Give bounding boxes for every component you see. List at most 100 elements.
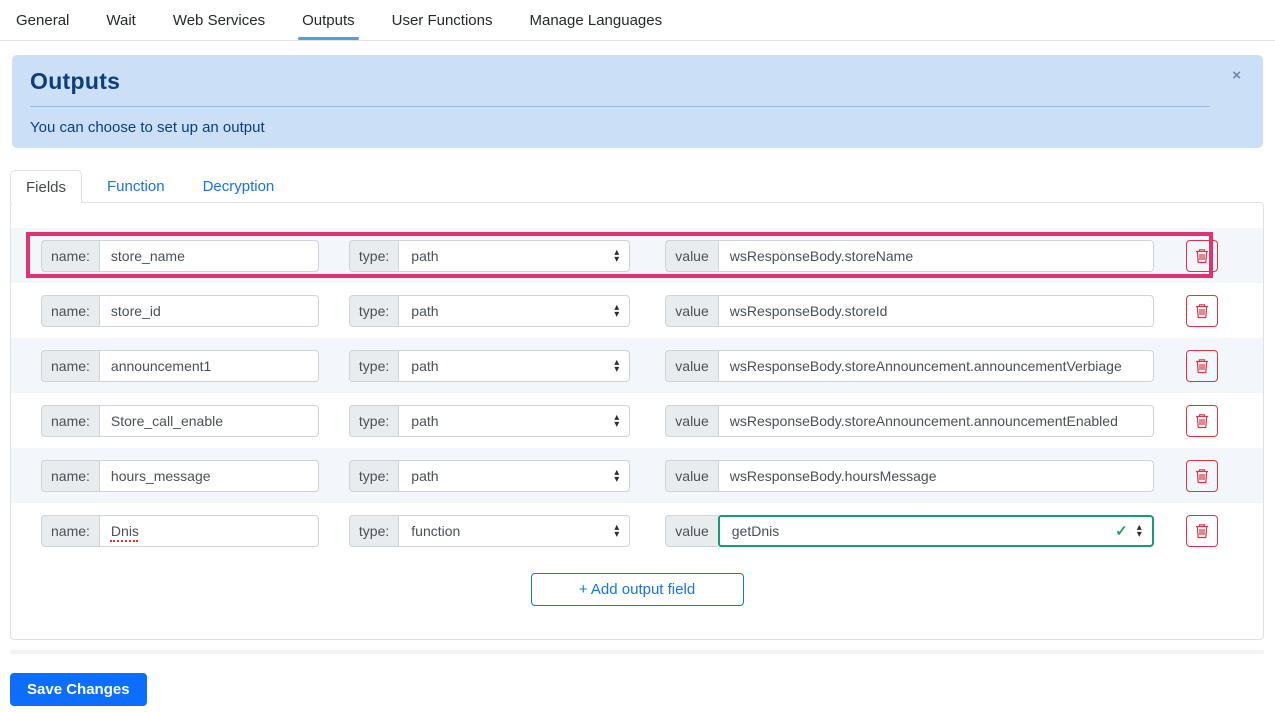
type-select-value: function xyxy=(411,522,461,539)
type-select[interactable]: path ▴ ▾ xyxy=(398,294,631,327)
name-group: name: xyxy=(41,294,319,327)
name-input[interactable] xyxy=(98,459,319,492)
type-select[interactable]: path ▴ ▾ xyxy=(398,239,631,272)
nav-tab-outputs[interactable]: Outputs xyxy=(298,2,359,40)
nav-tab-manage-languages[interactable]: Manage Languages xyxy=(526,2,667,39)
nav-tab-user-functions[interactable]: User Functions xyxy=(388,2,497,39)
footer-divider xyxy=(10,650,1264,654)
select-stepper-icon: ▴ ▾ xyxy=(614,521,620,540)
value-group: value xyxy=(665,349,1154,382)
name-group: name: xyxy=(41,459,319,492)
value-input[interactable] xyxy=(717,404,1154,437)
delete-row-button[interactable] xyxy=(1185,514,1218,547)
trash-icon xyxy=(1195,523,1209,539)
fields-tabbar: Fields Function Decryption xyxy=(10,170,287,203)
value-input[interactable] xyxy=(717,459,1154,492)
value-label: value xyxy=(665,349,718,382)
type-select-value: path xyxy=(411,412,439,429)
trash-icon xyxy=(1195,413,1209,429)
fields-panel: name: type: path ▴▾ value xyxy=(10,202,1264,640)
nav-tab-general[interactable]: General xyxy=(12,2,73,39)
type-select-value: path xyxy=(411,302,439,319)
select-stepper-icon: ▴ ▾ xyxy=(1136,521,1142,540)
type-label: type: xyxy=(348,349,399,382)
tab-fields[interactable]: Fields xyxy=(10,170,83,203)
name-input[interactable] xyxy=(98,514,319,547)
name-label: name: xyxy=(41,514,99,547)
value-input[interactable] xyxy=(717,294,1154,327)
banner-title: Outputs xyxy=(30,68,121,94)
outputs-settings-page: General Wait Web Services Outputs User F… xyxy=(0,0,1275,712)
output-field-row-4: name: type: path ▴▾ value xyxy=(11,393,1263,448)
name-label: name: xyxy=(41,459,99,492)
value-label: value xyxy=(665,514,718,547)
valid-check-icon: ✓ xyxy=(1115,522,1128,540)
name-group: name: xyxy=(41,239,319,272)
save-changes-button[interactable]: Save Changes xyxy=(10,673,147,706)
type-label: type: xyxy=(348,239,399,272)
output-field-row-1: name: type: path ▴▾ value xyxy=(11,228,1263,283)
select-stepper-icon: ▴ ▾ xyxy=(614,246,620,265)
type-select[interactable]: path ▴ ▾ xyxy=(398,459,631,492)
value-label: value xyxy=(665,459,718,492)
banner-message: You can choose to set up an output xyxy=(30,119,265,136)
value-group: value xyxy=(665,459,1154,492)
delete-row-button[interactable] xyxy=(1185,404,1218,437)
trash-icon xyxy=(1195,248,1209,264)
delete-row-button[interactable] xyxy=(1185,294,1218,327)
delete-row-button[interactable] xyxy=(1185,239,1218,272)
output-field-row-3: name: type: path ▴▾ value xyxy=(11,338,1263,393)
type-group: type: path ▴ ▾ xyxy=(348,349,631,382)
nav-tab-wait[interactable]: Wait xyxy=(102,2,139,39)
output-field-row-2: name: type: path ▴▾ value xyxy=(11,283,1263,338)
add-output-field-button[interactable]: + Add output field xyxy=(530,573,744,606)
type-select[interactable]: path ▴ ▾ xyxy=(398,404,631,437)
tab-decryption[interactable]: Decryption xyxy=(190,170,288,203)
select-stepper-icon: ▴ ▾ xyxy=(614,411,620,430)
type-label: type: xyxy=(348,459,399,492)
type-select-value: path xyxy=(411,467,439,484)
name-group: name: xyxy=(41,514,319,547)
value-function-select[interactable]: getDnis ✓ ▴ ▾ xyxy=(717,514,1154,547)
name-input[interactable] xyxy=(98,239,319,272)
nav-tab-web-services[interactable]: Web Services xyxy=(169,2,269,39)
value-input[interactable] xyxy=(717,349,1154,382)
tab-function[interactable]: Function xyxy=(94,170,178,203)
type-select-value: path xyxy=(411,357,439,374)
trash-icon xyxy=(1195,468,1209,484)
type-label: type: xyxy=(348,514,399,547)
type-select[interactable]: path ▴ ▾ xyxy=(398,349,631,382)
output-field-row-5: name: type: path ▴▾ value xyxy=(11,448,1263,503)
type-group: type: path ▴ ▾ xyxy=(348,404,631,437)
type-group: type: path ▴ ▾ xyxy=(348,459,631,492)
delete-row-button[interactable] xyxy=(1185,459,1218,492)
delete-row-button[interactable] xyxy=(1185,349,1218,382)
type-group: type: function ▴ ▾ xyxy=(348,514,631,547)
type-select[interactable]: function ▴ ▾ xyxy=(398,514,631,547)
value-group: value xyxy=(665,294,1154,327)
value-label: value xyxy=(665,239,718,272)
type-label: type: xyxy=(348,294,399,327)
name-group: name: xyxy=(41,404,319,437)
select-stepper-icon: ▴ ▾ xyxy=(614,356,620,375)
trash-icon xyxy=(1195,358,1209,374)
value-group: value xyxy=(665,404,1154,437)
value-select-value: getDnis xyxy=(731,522,780,539)
value-group: value getDnis ✓ ▴ ▾ xyxy=(665,514,1154,547)
name-input[interactable] xyxy=(98,294,319,327)
value-label: value xyxy=(665,404,718,437)
value-input[interactable] xyxy=(717,239,1154,272)
name-label: name: xyxy=(41,239,99,272)
close-icon[interactable]: × xyxy=(1232,68,1241,83)
name-input[interactable] xyxy=(98,349,319,382)
banner-divider xyxy=(30,106,1210,107)
value-group: value xyxy=(665,239,1154,272)
name-input[interactable] xyxy=(98,404,319,437)
type-group: type: path ▴ ▾ xyxy=(348,294,631,327)
outputs-info-banner: Outputs You can choose to set up an outp… xyxy=(12,55,1263,148)
trash-icon xyxy=(1195,303,1209,319)
select-stepper-icon: ▴ ▾ xyxy=(614,466,620,485)
name-label: name: xyxy=(41,349,99,382)
name-label: name: xyxy=(41,294,99,327)
output-field-row-6: name: type: function ▴▾ value getDnis ✓ … xyxy=(11,503,1263,558)
